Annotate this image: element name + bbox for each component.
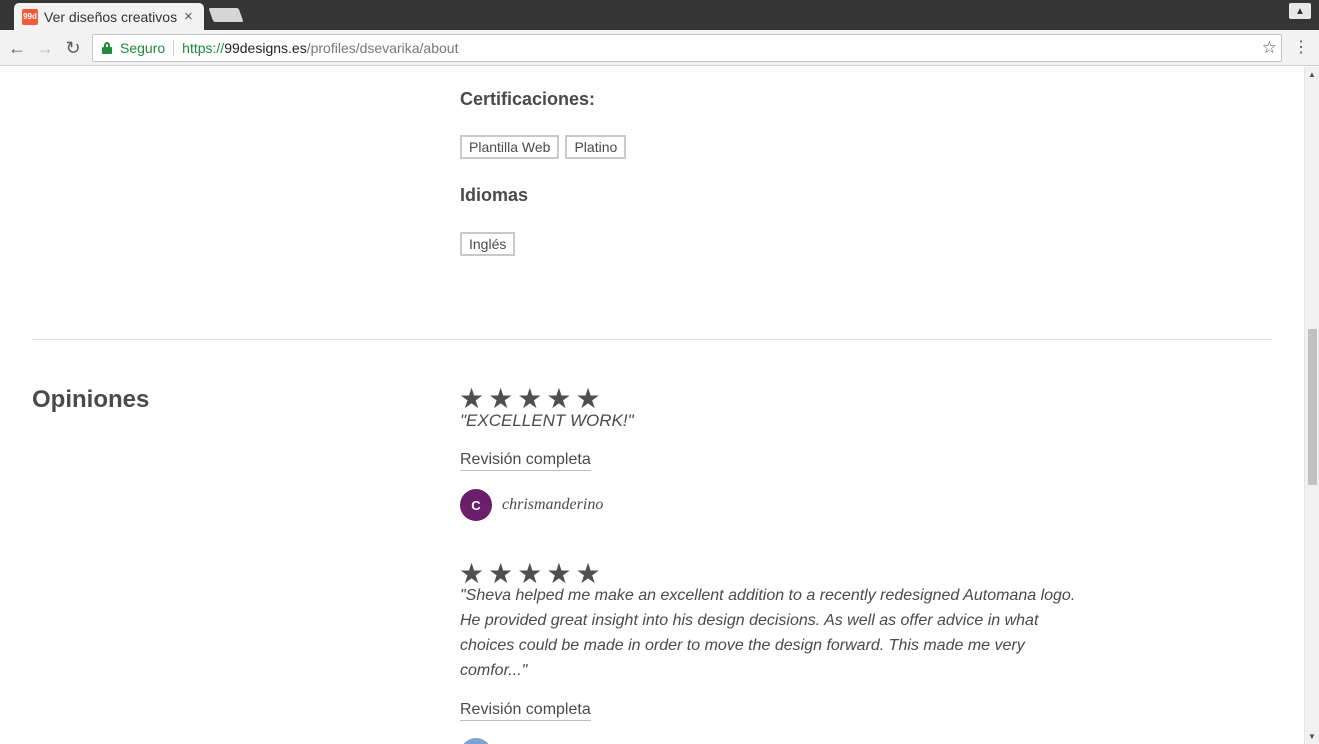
- reviews-section-title: Opiniones: [32, 386, 150, 413]
- language-tag: Inglés: [460, 232, 516, 256]
- avatar[interactable]: C: [460, 489, 492, 521]
- avatar[interactable]: [460, 738, 492, 744]
- reload-icon[interactable]: ↻: [62, 37, 84, 59]
- separator: [173, 40, 175, 56]
- full-review-link[interactable]: Revisión completa: [460, 451, 591, 471]
- reviewer[interactable]: C chrismanderino: [460, 489, 603, 521]
- certifications-heading: Certificaciones:: [460, 89, 596, 109]
- review-quote: "EXCELLENT WORK!": [460, 411, 634, 430]
- scroll-down-icon[interactable]: ▼: [1308, 732, 1316, 741]
- section-divider: [32, 339, 1272, 340]
- languages-tags: Inglés: [460, 232, 516, 256]
- browser-menu-icon[interactable]: ⋮: [1293, 37, 1309, 57]
- reviewer-name[interactable]: chrismanderino: [502, 496, 603, 514]
- url-path: /profiles/dsevarika/about: [306, 40, 459, 56]
- browser-toolbar: ← → ↻ Seguro https://99designs.es/profil…: [0, 30, 1319, 66]
- address-bar[interactable]: Seguro https://99designs.es/profiles/dse…: [92, 34, 1282, 62]
- certification-tag: Plantilla Web: [460, 135, 560, 159]
- review-quote: "Sheva helped me make an excellent addit…: [460, 587, 1076, 679]
- page-scrollbar[interactable]: ▲ ▼: [1304, 67, 1319, 744]
- reviewer[interactable]: [460, 738, 492, 744]
- favicon-icon: 99d: [22, 8, 38, 25]
- certification-tag: Platino: [565, 135, 627, 159]
- scrollbar-thumb[interactable]: [1308, 329, 1317, 485]
- languages-heading: Idiomas: [460, 185, 529, 205]
- certifications-tags: Plantilla Web Platino: [460, 135, 627, 159]
- url-scheme: https://: [182, 40, 225, 56]
- bookmark-star-icon[interactable]: ☆: [1262, 38, 1277, 58]
- page-content: Certificaciones: Plantilla Web Platino I…: [0, 67, 1304, 744]
- tab-title: Ver diseños creativos: [44, 8, 178, 25]
- full-review-link[interactable]: Revisión completa: [460, 701, 591, 721]
- profile-icon[interactable]: ▲: [1289, 3, 1311, 19]
- scroll-up-icon[interactable]: ▲: [1308, 70, 1316, 79]
- lock-icon: [102, 42, 112, 54]
- browser-tab[interactable]: 99d Ver diseños creativos ×: [14, 3, 204, 30]
- back-icon[interactable]: ←: [6, 37, 28, 59]
- close-tab-icon[interactable]: ×: [184, 8, 193, 25]
- new-tab-button[interactable]: [208, 8, 244, 22]
- secure-label: Seguro: [120, 40, 166, 56]
- tab-strip: 99d Ver diseños creativos × ▲: [0, 0, 1319, 30]
- forward-icon[interactable]: →: [34, 37, 56, 59]
- url-host: 99designs.es: [224, 40, 307, 56]
